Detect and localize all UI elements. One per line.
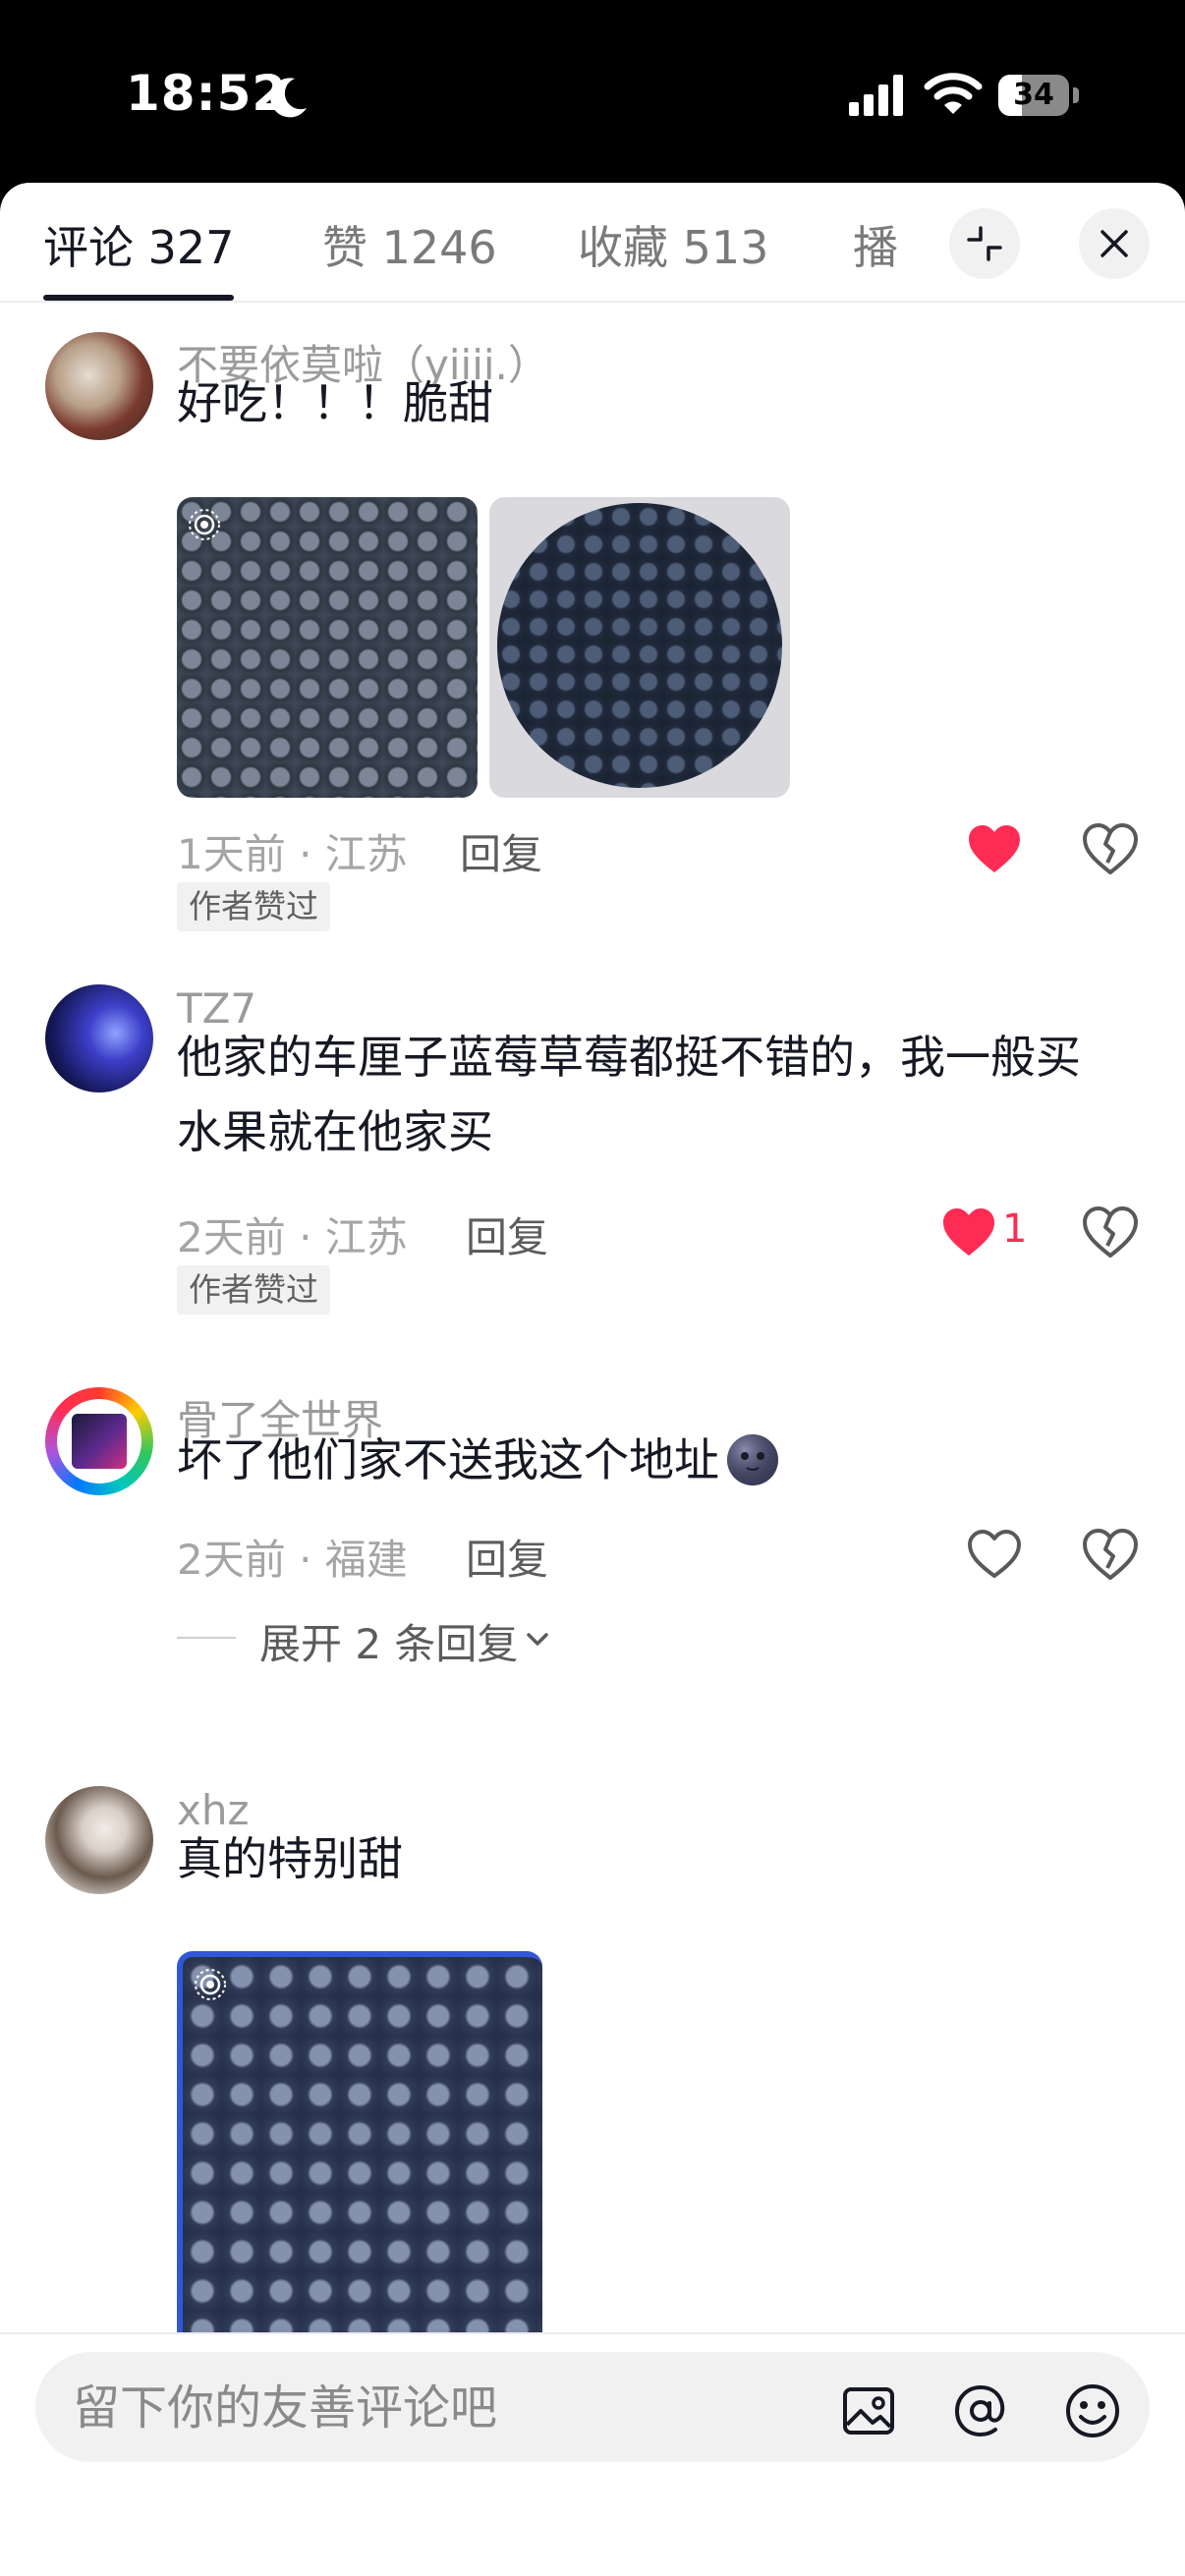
like-heart-outline-icon[interactable] [967, 1529, 1022, 1580]
comment-input[interactable] [71, 2352, 802, 2464]
chevron-down-icon [527, 1633, 548, 1646]
like-count: 1 [1002, 1206, 1028, 1252]
expand-replies-label: 展开 2 条回复 [259, 1620, 519, 1668]
tab-plays[interactable]: 播 [853, 212, 898, 277]
like-heart-icon[interactable] [967, 823, 1022, 874]
avatar[interactable] [45, 1786, 153, 1894]
battery-level-text: 34 [1013, 78, 1054, 112]
comment-photo[interactable] [177, 1951, 542, 2332]
comment-time-location: 1天前 · 江苏 [177, 830, 408, 878]
close-icon [1100, 230, 1128, 257]
comment-time-location: 2天前 · 江苏 [177, 1213, 408, 1261]
dislike-broken-heart-icon[interactable] [1083, 1206, 1138, 1260]
comment-photo[interactable] [489, 497, 790, 798]
minimize-button[interactable] [949, 208, 1020, 279]
avatar[interactable] [45, 1387, 153, 1495]
mention-at-icon[interactable] [951, 2381, 1010, 2440]
comment-text: 好吃！！！脆甜 [177, 376, 493, 429]
divider-line [177, 1637, 236, 1639]
emoji-sticker-icon [727, 1434, 778, 1485]
comment-list[interactable]: 不要依莫啦（yiiii.） 好吃！！！脆甜 1天前 · 江苏 回复 作者赞过 T… [0, 303, 1185, 2332]
avatar[interactable] [45, 984, 153, 1092]
tab-favorites[interactable]: 收藏 513 [578, 212, 768, 277]
minimize-icon [967, 226, 1002, 261]
battery-indicator: 34 [998, 75, 1079, 116]
reply-button[interactable]: 回复 [466, 1527, 548, 1587]
tab-bar: 评论 327 赞 1246 收藏 513 播 [0, 183, 1185, 303]
image-picker-icon[interactable] [839, 2381, 898, 2440]
comment-photo[interactable] [177, 497, 478, 798]
author-liked-badge: 作者赞过 [177, 882, 330, 931]
comment-text: 真的特别甜 [177, 1832, 403, 1885]
avatar[interactable] [45, 332, 153, 440]
tab-likes[interactable]: 赞 1246 [322, 212, 497, 277]
comment-text: 他家的车厘子蓝莓草莓都挺不错的，我一般买水果就在他家买 [177, 1031, 1081, 1158]
live-photo-icon [195, 1969, 226, 2000]
status-time: 18:52 [126, 65, 288, 122]
dislike-broken-heart-icon[interactable] [1083, 1529, 1138, 1582]
like-heart-icon[interactable] [941, 1206, 996, 1258]
dislike-broken-heart-icon[interactable] [1083, 823, 1138, 876]
comments-sheet: 评论 327 赞 1246 收藏 513 播 不要依莫啦（yiiii.） 好吃！… [0, 183, 1185, 2576]
active-tab-indicator [43, 295, 234, 301]
live-photo-icon [189, 509, 220, 540]
close-button[interactable] [1079, 208, 1150, 279]
wifi-icon [924, 73, 983, 114]
author-liked-badge: 作者赞过 [177, 1265, 330, 1315]
expand-replies-button[interactable]: 展开 2 条回复 [177, 1611, 590, 1668]
reply-button[interactable]: 回复 [466, 1204, 548, 1264]
comment-input-container[interactable] [35, 2352, 1150, 2464]
comment-text-row: 坏了他们家不送我这个地址 [177, 1423, 782, 1497]
comment-text: 坏了他们家不送我这个地址 [177, 1433, 719, 1486]
comment-composer [0, 2332, 1185, 2576]
moon-icon [270, 78, 307, 118]
comment-time-location: 2天前 · 福建 [177, 1536, 408, 1584]
status-bar: 18:52 34 [0, 0, 1185, 183]
tab-comments[interactable]: 评论 327 [43, 212, 234, 277]
emoji-picker-icon[interactable] [1063, 2381, 1122, 2440]
cellular-signal-icon [849, 75, 903, 116]
reply-button[interactable]: 回复 [460, 821, 542, 881]
